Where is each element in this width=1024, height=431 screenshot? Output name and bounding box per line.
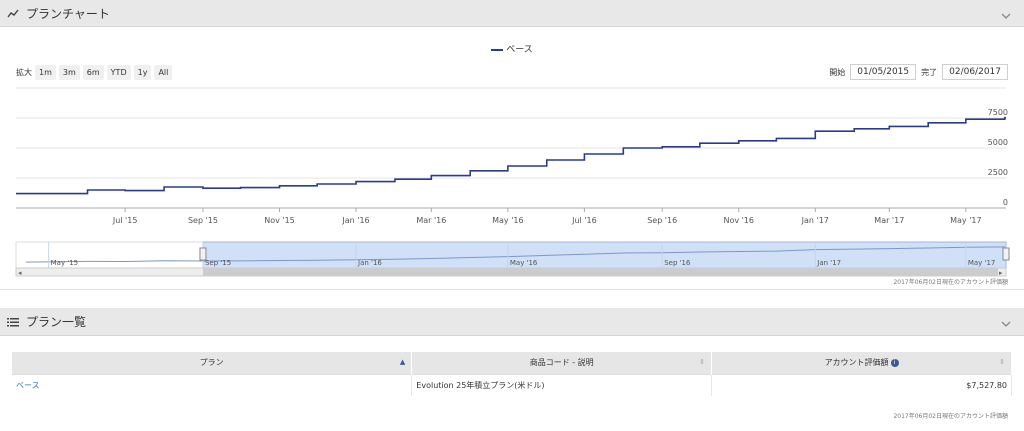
plan-chart[interactable]: 0 2500 5000 7500 Jul '15 Sep '15 Nov '15 Jan '1… <box>0 0 1024 290</box>
chart-footnote: 2017年06月02日現在のアカウント評価額 <box>893 279 1008 286</box>
x-tick-label: Nov '16 <box>723 216 754 225</box>
x-tick-label: Jul '15 <box>112 216 138 225</box>
value-cell: $7,527.80 <box>711 373 1012 396</box>
table-footnote: 2017年06月02日現在のアカウント評価額 <box>893 413 1008 420</box>
navigator-tick-label: Jan '16 <box>357 259 382 267</box>
x-tick-label: May '16 <box>492 216 523 225</box>
x-tick-label: Jul '16 <box>571 216 597 225</box>
header-product[interactable]: 商品コード - 説明 ⇕ <box>411 352 713 374</box>
navigator-handle[interactable] <box>199 247 207 261</box>
plans-table: プラン ▲ 商品コード - 説明 ⇕ アカウント評価額 i ⇕ ベース Evolu… <box>12 352 1012 396</box>
navigator-handle[interactable] <box>1002 247 1010 261</box>
sort-asc-icon[interactable]: ▲ <box>400 358 405 366</box>
x-tick-label: Mar '17 <box>874 216 904 225</box>
list-panel-header[interactable]: プラン一覧 <box>0 308 1024 336</box>
series-line-base <box>16 116 1006 195</box>
x-tick-label: Jan '16 <box>341 216 369 225</box>
info-icon[interactable]: i <box>890 358 899 367</box>
y-tick-label: 2500 <box>988 168 1008 177</box>
list-panel-title: プラン一覧 <box>26 315 87 329</box>
x-tick-label: May '17 <box>950 216 981 225</box>
navigator-tick-label: Sep '15 <box>205 259 231 267</box>
y-tick-label: 7500 <box>988 108 1008 117</box>
x-tick-label: Sep '15 <box>188 216 218 225</box>
navigator-tick-label: Jan '17 <box>816 259 841 267</box>
chevron-down-icon[interactable] <box>1000 315 1012 327</box>
navigator-tick-label: May '15 <box>51 259 79 267</box>
sort-icon[interactable]: ⇕ <box>699 358 705 366</box>
plan-link[interactable]: ベース <box>12 373 413 396</box>
list-icon <box>6 315 20 329</box>
product-cell: Evolution 25年積立プラン(米ドル) <box>411 373 713 396</box>
header-account-value[interactable]: アカウント評価額 i ⇕ <box>711 352 1012 374</box>
x-tick-label: Jan '17 <box>801 216 829 225</box>
x-tick-label: Nov '15 <box>264 216 295 225</box>
sort-icon[interactable]: ⇕ <box>999 358 1005 366</box>
scroll-left-icon[interactable]: ◂ <box>18 269 22 277</box>
navigator-tick-label: May '16 <box>510 259 538 267</box>
x-tick-label: Sep '16 <box>647 216 677 225</box>
scrollbar-thumb[interactable] <box>202 268 998 276</box>
table-row: ベース Evolution 25年積立プラン(米ドル) $7,527.80 <box>12 373 1012 396</box>
y-tick-label: 0 <box>1003 198 1008 207</box>
header-plan[interactable]: プラン ▲ <box>12 352 413 374</box>
scroll-right-icon[interactable]: ▸ <box>999 269 1003 277</box>
navigator-tick-label: May '17 <box>968 259 996 267</box>
y-tick-label: 5000 <box>988 138 1008 147</box>
x-tick-label: Mar '16 <box>416 216 446 225</box>
navigator-tick-label: Sep '16 <box>664 259 691 267</box>
navigator-selection <box>202 241 1007 269</box>
